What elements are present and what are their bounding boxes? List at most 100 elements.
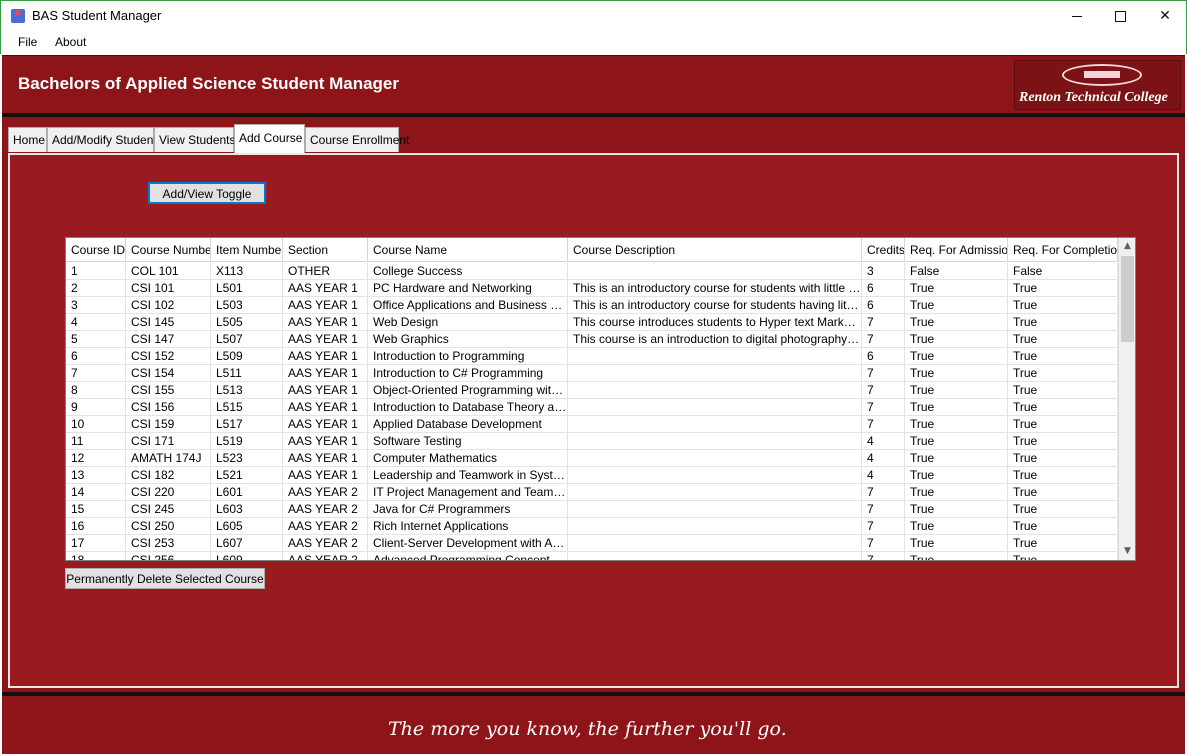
table-cell[interactable]: AAS YEAR 1 <box>283 450 368 467</box>
table-cell[interactable]: True <box>905 433 1008 450</box>
table-cell[interactable]: 12 <box>66 450 126 467</box>
table-cell[interactable]: 6 <box>862 297 905 314</box>
table-cell[interactable]: This is an introductory course for stude… <box>568 280 862 297</box>
table-cell[interactable]: 1 <box>66 263 126 280</box>
table-cell[interactable]: Rich Internet Applications <box>368 518 568 535</box>
table-cell[interactable]: L513 <box>211 382 283 399</box>
table-cell[interactable]: AAS YEAR 1 <box>283 399 368 416</box>
table-cell[interactable]: Introduction to Programming <box>368 348 568 365</box>
menu-about[interactable]: About <box>55 35 86 49</box>
table-cell[interactable]: AAS YEAR 1 <box>283 433 368 450</box>
table-cell[interactable]: CSI 182 <box>126 467 211 484</box>
table-cell[interactable]: CSI 156 <box>126 399 211 416</box>
table-cell[interactable]: 2 <box>66 280 126 297</box>
table-cell[interactable]: CSI 102 <box>126 297 211 314</box>
table-row[interactable]: 1 COL 101 X113 OTHER College Success 3 False Fa… <box>66 263 1118 280</box>
table-cell[interactable]: L523 <box>211 450 283 467</box>
table-cell[interactable] <box>568 501 862 518</box>
table-row[interactable]: 17 CSI 253 L607 AAS YEAR 2 Client-Server Dev… <box>66 535 1118 552</box>
table-row[interactable]: 3 CSI 102 L503 AAS YEAR 1 Office Application… <box>66 297 1118 314</box>
table-cell[interactable]: True <box>905 535 1008 552</box>
column-header[interactable]: Req. For Completion <box>1008 238 1118 262</box>
table-row[interactable]: 12 AMATH 174J L523 AAS YEAR 1 Computer Mathe… <box>66 450 1118 467</box>
table-cell[interactable]: L603 <box>211 501 283 518</box>
table-cell[interactable]: 7 <box>862 552 905 560</box>
table-cell[interactable]: True <box>905 467 1008 484</box>
table-cell[interactable]: This course introduces students to Hyper… <box>568 314 862 331</box>
table-cell[interactable]: 9 <box>66 399 126 416</box>
table-cell[interactable]: CSI 245 <box>126 501 211 518</box>
table-row[interactable]: 9 CSI 156 L515 AAS YEAR 1 Introduction to Da… <box>66 399 1118 416</box>
table-cell[interactable]: L519 <box>211 433 283 450</box>
table-cell[interactable]: True <box>905 501 1008 518</box>
table-row[interactable]: 4 CSI 145 L505 AAS YEAR 1 Web Design This cou… <box>66 314 1118 331</box>
table-cell[interactable]: 4 <box>66 314 126 331</box>
table-cell[interactable]: 7 <box>862 382 905 399</box>
course-grid[interactable]: Course ID Course Number Item Number Sect… <box>65 237 1136 561</box>
table-cell[interactable]: AAS YEAR 1 <box>283 280 368 297</box>
table-cell[interactable]: 4 <box>862 467 905 484</box>
table-cell[interactable]: 16 <box>66 518 126 535</box>
table-cell[interactable]: Office Applications and Business Com... <box>368 297 568 314</box>
table-cell[interactable]: L517 <box>211 416 283 433</box>
table-cell[interactable]: True <box>1008 331 1118 348</box>
table-cell[interactable]: L509 <box>211 348 283 365</box>
table-cell[interactable]: 4 <box>862 450 905 467</box>
table-row[interactable]: 5 CSI 147 L507 AAS YEAR 1 Web Graphics This c… <box>66 331 1118 348</box>
table-cell[interactable]: Client-Server Development with ADO.... <box>368 535 568 552</box>
table-cell[interactable]: 7 <box>862 484 905 501</box>
table-cell[interactable]: 7 <box>862 501 905 518</box>
table-cell[interactable]: True <box>1008 416 1118 433</box>
table-cell[interactable] <box>568 433 862 450</box>
table-cell[interactable]: 11 <box>66 433 126 450</box>
tab-add-modify-student[interactable]: Add/Modify Student <box>47 127 157 152</box>
column-header[interactable]: Credits <box>862 238 905 262</box>
maximize-button[interactable] <box>1097 1 1143 31</box>
table-cell[interactable]: True <box>905 365 1008 382</box>
table-cell[interactable]: 7 <box>862 535 905 552</box>
table-cell[interactable]: True <box>905 314 1008 331</box>
table-cell[interactable]: This is an introductory course for stude… <box>568 297 862 314</box>
table-row[interactable]: 16 CSI 250 L605 AAS YEAR 2 Rich Internet App… <box>66 518 1118 535</box>
column-header[interactable]: Section <box>283 238 368 262</box>
table-cell[interactable]: True <box>1008 535 1118 552</box>
table-cell[interactable]: L503 <box>211 297 283 314</box>
table-cell[interactable]: AAS YEAR 1 <box>283 297 368 314</box>
table-cell[interactable]: True <box>905 382 1008 399</box>
table-cell[interactable]: 7 <box>862 416 905 433</box>
table-cell[interactable]: True <box>1008 501 1118 518</box>
table-cell[interactable]: Software Testing <box>368 433 568 450</box>
tab-course-enrollment[interactable]: Course Enrollment <box>305 127 409 152</box>
table-cell[interactable]: True <box>905 399 1008 416</box>
table-cell[interactable]: True <box>905 484 1008 501</box>
table-cell[interactable]: True <box>1008 399 1118 416</box>
table-cell[interactable] <box>568 467 862 484</box>
table-cell[interactable]: L501 <box>211 280 283 297</box>
table-cell[interactable]: True <box>1008 382 1118 399</box>
table-cell[interactable]: True <box>905 450 1008 467</box>
table-cell[interactable]: True <box>1008 518 1118 535</box>
table-cell[interactable]: COL 101 <box>126 263 211 280</box>
table-cell[interactable]: True <box>1008 450 1118 467</box>
table-cell[interactable]: L505 <box>211 314 283 331</box>
table-cell[interactable]: 3 <box>66 297 126 314</box>
table-cell[interactable]: 4 <box>862 433 905 450</box>
table-cell[interactable]: AAS YEAR 1 <box>283 314 368 331</box>
table-cell[interactable]: CSI 159 <box>126 416 211 433</box>
table-cell[interactable]: 7 <box>862 314 905 331</box>
table-cell[interactable]: 15 <box>66 501 126 518</box>
table-cell[interactable]: CSI 101 <box>126 280 211 297</box>
table-cell[interactable]: CSI 171 <box>126 433 211 450</box>
table-row[interactable]: 7 CSI 154 L511 AAS YEAR 1 Introduction to C#… <box>66 365 1118 382</box>
column-header[interactable]: Course Name <box>368 238 568 262</box>
table-cell[interactable]: CSI 250 <box>126 518 211 535</box>
table-cell[interactable]: True <box>905 552 1008 560</box>
table-cell[interactable]: AAS YEAR 1 <box>283 382 368 399</box>
table-cell[interactable] <box>568 552 862 560</box>
table-cell[interactable]: AAS YEAR 2 <box>283 484 368 501</box>
table-cell[interactable]: True <box>905 518 1008 535</box>
table-cell[interactable]: OTHER <box>283 263 368 280</box>
table-row[interactable]: 2 CSI 101 L501 AAS YEAR 1 PC Hardware and Ne… <box>66 280 1118 297</box>
add-view-toggle-button[interactable]: Add/View Toggle <box>148 182 266 204</box>
table-cell[interactable] <box>568 263 862 280</box>
